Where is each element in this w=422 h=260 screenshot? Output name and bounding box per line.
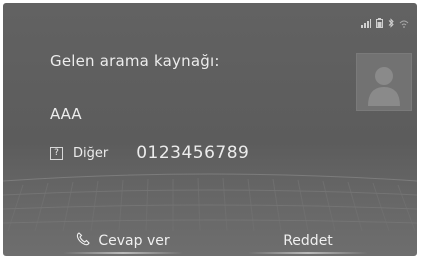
answer-button-label: Cevap ver (98, 232, 170, 249)
caller-name: AAA (50, 105, 82, 123)
incoming-call-screen: Gelen arama kaynağı: AAA ? Diğer 0123456… (3, 3, 417, 256)
phone-icon (76, 231, 91, 250)
status-bar (361, 13, 409, 32)
phone-number: 0123456789 (136, 143, 250, 163)
decorative-floor (3, 173, 417, 232)
number-type-icon: ? (50, 146, 63, 160)
decline-button[interactable]: Reddet (238, 225, 378, 256)
call-action-bar: Cevap ver Reddet (3, 225, 417, 256)
battery-icon (376, 13, 383, 32)
decline-underline (248, 252, 368, 254)
incoming-call-title: Gelen arama kaynağı: (50, 52, 220, 70)
number-type-label: Diğer (73, 145, 109, 161)
answer-button[interactable]: Cevap ver (53, 225, 193, 256)
wifi-icon (399, 13, 409, 32)
person-icon (368, 67, 400, 106)
bluetooth-icon (388, 13, 394, 32)
number-row: ? Diğer 0123456789 (50, 143, 249, 163)
caller-avatar (356, 53, 412, 111)
answer-underline (63, 252, 183, 254)
signal-icon (361, 13, 371, 32)
decline-button-label: Reddet (283, 232, 333, 249)
